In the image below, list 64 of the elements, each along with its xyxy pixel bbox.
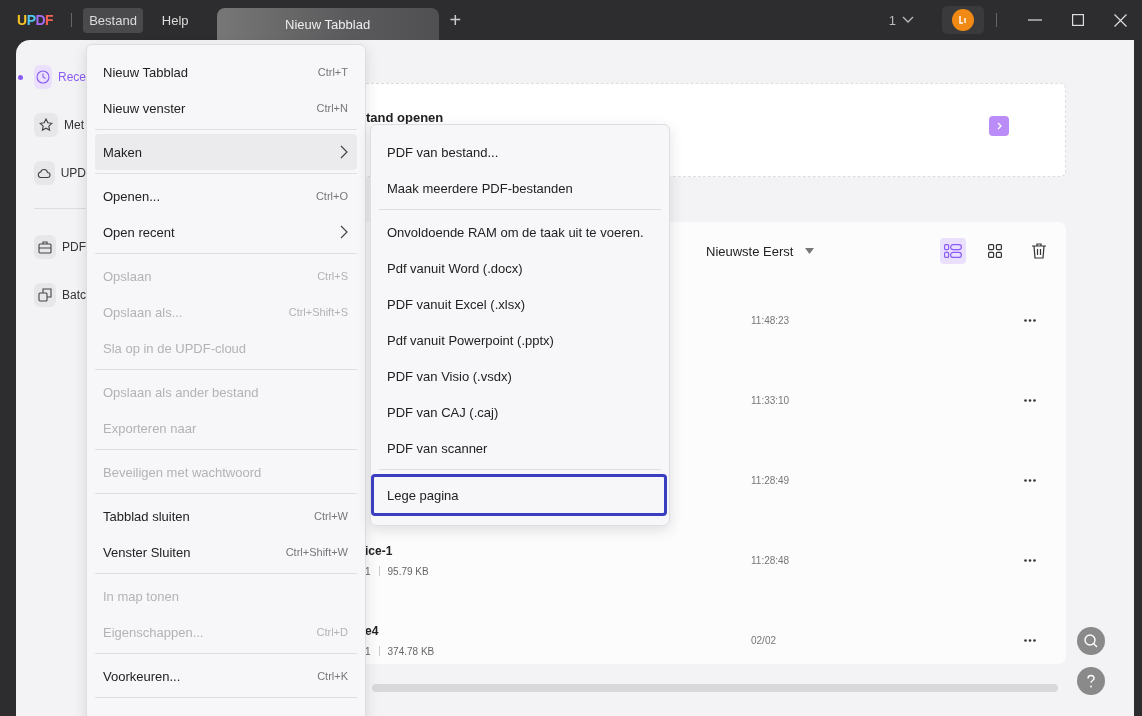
menu-item[interactable]: Open recent	[95, 214, 357, 250]
page-count: 1	[365, 565, 371, 577]
avatar-icon[interactable]	[952, 9, 974, 31]
file-name: e4	[365, 623, 380, 638]
menu-item[interactable]: Openen... Ctrl+O	[95, 178, 357, 214]
chevron-right-icon[interactable]	[989, 116, 1009, 136]
menu-item[interactable]: Lege pagina	[371, 474, 667, 516]
cloud-icon	[37, 166, 52, 180]
menu-bar-item[interactable]: Bestand	[83, 7, 143, 33]
page-count: 1	[365, 645, 371, 657]
caret-down-icon	[805, 248, 815, 254]
file-name: ice-1	[365, 543, 394, 558]
chevron-down-icon	[902, 16, 914, 24]
sidebar-item[interactable]: Met	[18, 112, 86, 138]
maximize-icon[interactable]	[1072, 14, 1084, 26]
close-icon[interactable]	[1114, 13, 1127, 27]
menu-item[interactable]: Nieuw venster Ctrl+N	[95, 90, 357, 126]
more-icon[interactable]	[1024, 558, 1036, 562]
open-file-title: tand openen	[366, 110, 445, 125]
menu-item[interactable]: Voorkeuren... Ctrl+K	[95, 658, 357, 694]
menu-item[interactable]: PDF vanuit Excel (.xlsx)	[379, 286, 661, 322]
sidebar-item[interactable]: PDF	[18, 234, 86, 260]
help-button[interactable]	[1077, 667, 1105, 695]
more-icon[interactable]	[1024, 638, 1036, 642]
star-icon	[39, 118, 53, 132]
sidebar-item[interactable]: Rece	[18, 64, 86, 90]
app-logo: UPDF	[17, 12, 54, 28]
chevron-right-icon	[340, 225, 348, 239]
menu-item[interactable]: Tabblad sluiten Ctrl+W	[95, 498, 357, 534]
search-button[interactable]	[1077, 627, 1105, 655]
menu-item[interactable]: Maken	[95, 134, 357, 170]
file-date: 02/02	[751, 634, 778, 646]
file-date: 11:48:23	[751, 314, 791, 326]
menu-item[interactable]: PDF van scanner	[379, 430, 661, 466]
menu-item[interactable]: Venster Sluiten Ctrl+Shift+W	[95, 534, 357, 570]
clock-icon	[36, 70, 50, 84]
menu-item[interactable]: Nieuw Tabblad Ctrl+T	[95, 54, 357, 90]
file-size: 95.79 KB	[387, 565, 429, 577]
file-date: 11:33:10	[751, 394, 791, 406]
menu-item[interactable]: PDF van CAJ (.caj)	[379, 394, 661, 430]
file-size: 374.78 KB	[387, 645, 435, 657]
chevron-right-icon	[340, 145, 348, 159]
menu-item[interactable]: Onvoldoende RAM om de taak uit te voeren.	[379, 214, 661, 250]
document-tab[interactable]: Nieuw Tabblad	[216, 8, 439, 40]
menu-item[interactable]: PDF van bestand...	[379, 134, 661, 170]
more-icon[interactable]	[1024, 478, 1036, 482]
list-view-icon[interactable]	[940, 238, 966, 264]
horizontal-scrollbar[interactable]	[372, 684, 1058, 692]
sort-dropdown[interactable]: Nieuwste Eerst	[706, 243, 815, 259]
briefcase-icon	[38, 240, 52, 254]
sidebar-item[interactable]: UPD	[18, 160, 86, 186]
file-date: 11:28:48	[751, 554, 791, 566]
menu-item[interactable]: PDF van Visio (.vsdx)	[379, 358, 661, 394]
sidebar-item[interactable]: Batc	[18, 282, 86, 308]
window-count-button[interactable]: 1	[882, 11, 920, 29]
new-tab-button[interactable]: +	[443, 7, 468, 33]
trash-icon[interactable]	[1032, 243, 1046, 259]
file-date: 11:28:49	[751, 474, 791, 486]
more-icon[interactable]	[1024, 398, 1036, 402]
menu-item[interactable]: Pdf vanuit Word (.docx)	[379, 250, 661, 286]
copy-icon	[38, 288, 52, 302]
more-icon[interactable]	[1024, 318, 1036, 322]
menu-item[interactable]: Pdf vanuit Powerpoint (.pptx)	[379, 322, 661, 358]
menu-bar-item[interactable]: Help	[155, 7, 195, 33]
